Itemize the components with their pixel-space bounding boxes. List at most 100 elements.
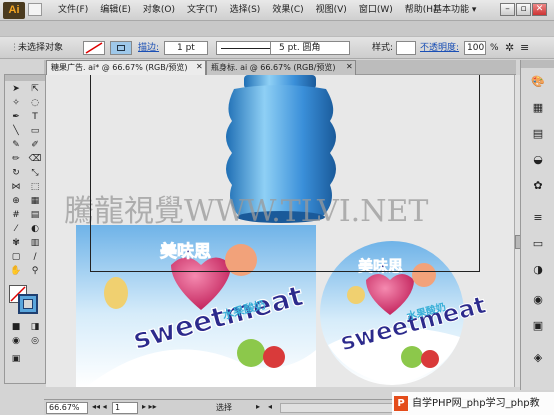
close-icon[interactable]: ✕ [346, 62, 353, 71]
style-swatch[interactable] [396, 41, 416, 55]
status-arrow-icon[interactable]: ▸ [256, 402, 260, 411]
graph-icon[interactable]: ▥ [26, 237, 44, 250]
menu-edit[interactable]: 编辑(E) [94, 0, 137, 21]
brush-definition[interactable]: 5 pt. 圆角 [270, 41, 350, 55]
hand-icon[interactable]: ✋ [7, 265, 25, 278]
bridge-icon[interactable] [28, 3, 42, 16]
horizontal-scrollbar[interactable] [280, 403, 410, 413]
chevron-down-icon: ▾ [471, 5, 477, 15]
color-mode-icon[interactable]: ■ [7, 321, 25, 334]
tab-label: 瓶身标. ai @ 66.67% (RGB/预览) [211, 63, 336, 72]
fill-swatch[interactable] [83, 41, 105, 55]
free-transform-icon[interactable]: ⬚ [26, 181, 44, 194]
right-panel-dock: 🎨 ▦ ▤ ◒ ✿ ≡ ▭ ◑ ◉ ▣ ◈ [520, 60, 554, 390]
eyedropper-icon[interactable]: ⁄ [7, 223, 25, 236]
status-mode: 选择 [216, 403, 232, 412]
menu-type[interactable]: 文字(T) [181, 0, 224, 21]
lasso-icon[interactable]: ◌ [26, 97, 44, 110]
layers-icon[interactable]: ◈ [528, 350, 548, 366]
perspective-icon[interactable]: ▦ [26, 195, 44, 208]
tab-bottle-label[interactable]: 瓶身标. ai @ 66.67% (RGB/预览) [206, 60, 356, 75]
menu-effect[interactable]: 效果(C) [266, 0, 309, 21]
gradient-mode-icon[interactable]: ◨ [26, 321, 44, 334]
stroke-link[interactable]: 描边: [138, 41, 159, 55]
blend-icon[interactable]: ◐ [26, 223, 44, 236]
next-artboard-icon[interactable]: ▸ ▸▸ [142, 402, 157, 411]
menu-list: 文件(F) 编辑(E) 对象(O) 文字(T) 选择(S) 效果(C) 视图(V… [52, 0, 443, 21]
rectangle-icon[interactable]: ▭ [26, 125, 44, 138]
direct-selection-icon[interactable]: ⇱ [26, 83, 44, 96]
pen-icon[interactable]: ✒ [7, 111, 25, 124]
overlay-text: 自学PHP网_php学习_php教 [412, 398, 540, 409]
stroke-weight-value: 1 pt [177, 43, 195, 53]
draw-normal-icon[interactable]: ◉ [7, 335, 25, 348]
close-button[interactable]: ✕ [532, 3, 547, 16]
brush-label: 5 pt. 圆角 [279, 43, 321, 53]
paintbrush-icon[interactable]: ✎ [7, 139, 25, 152]
eraser-icon[interactable]: ⌫ [26, 153, 44, 166]
opacity-input[interactable]: 100 [464, 41, 486, 55]
stroke-weight-input[interactable]: 1 pt [164, 41, 208, 55]
color-panel-icon[interactable]: 🎨 [528, 74, 548, 90]
gradient-icon[interactable]: ▤ [26, 209, 44, 222]
control-bar: ⋮ 未选择对象 描边: 1 pt 等比 5 pt. 圆角 样式: 不透明度: 1… [0, 36, 554, 59]
opacity-link[interactable]: 不透明度: [420, 41, 459, 55]
transparency-icon[interactable]: ◑ [528, 262, 548, 278]
workspace-label: 基本功能 [433, 5, 470, 15]
menu-view[interactable]: 视图(V) [310, 0, 353, 21]
tab-label: 糖果广告. ai* @ 66.67% (RGB/预览) [51, 63, 188, 72]
close-icon[interactable]: ✕ [196, 62, 203, 71]
tab-candy-ad[interactable]: 糖果广告. ai* @ 66.67% (RGB/预览) [46, 60, 206, 75]
stroke-swatch[interactable] [110, 41, 132, 55]
stroke-color-swatch[interactable] [18, 294, 38, 314]
panel-menu-icon[interactable]: ≡ [520, 41, 529, 55]
shape-builder-icon[interactable]: ⊕ [7, 195, 25, 208]
zoom-input[interactable]: 66.67% [46, 402, 88, 414]
menu-bar: Ai 文件(F) 编辑(E) 对象(O) 文字(T) 选择(S) 效果(C) 视… [0, 0, 554, 21]
panel-header [5, 75, 45, 81]
graphic-styles-icon[interactable]: ▣ [528, 318, 548, 334]
artboard-number-input[interactable]: 1 [112, 402, 138, 414]
recolor-icon[interactable]: ✲ [505, 41, 514, 55]
menu-select[interactable]: 选择(S) [224, 0, 267, 21]
canvas-area[interactable]: 騰龍視覺WWW.TLVI.NET 美味思 sweetmeat 水果酸奶 美味思 … [46, 75, 516, 387]
appearance-icon[interactable]: ◉ [528, 292, 548, 308]
swatches-icon[interactable]: ▤ [528, 126, 548, 142]
app-logo: Ai [3, 2, 25, 19]
zoom-icon[interactable]: ⚲ [26, 265, 44, 278]
prev-artboard-icon[interactable]: ◂◂ ◂ [92, 402, 107, 411]
symbol-sprayer-icon[interactable]: ✾ [7, 237, 25, 250]
artboard-outline [90, 75, 480, 272]
no-fill-icon [85, 42, 103, 54]
type-icon[interactable]: T [26, 111, 44, 124]
menu-file[interactable]: 文件(F) [52, 0, 94, 21]
menu-window[interactable]: 窗口(W) [353, 0, 399, 21]
width-icon[interactable]: ⋈ [7, 181, 25, 194]
workspace-switcher[interactable]: 基本功能 ▾ [433, 4, 476, 17]
selection-tool-icon[interactable]: ➤ [7, 83, 25, 96]
rotate-icon[interactable]: ↻ [7, 167, 25, 180]
mesh-icon[interactable]: # [7, 209, 25, 222]
stroke-panel-icon[interactable]: ≡ [528, 210, 548, 226]
color-guide-icon[interactable]: ▦ [528, 100, 548, 116]
style-label: 样式: [372, 43, 394, 53]
screen-mode-icon[interactable]: ▣ [7, 353, 25, 366]
maximize-button[interactable]: ▫ [516, 3, 531, 16]
draw-behind-icon[interactable]: ◎ [26, 335, 44, 348]
site-watermark-badge: P 自学PHP网_php学习_php教 [392, 392, 554, 415]
magic-wand-icon[interactable]: ✧ [7, 97, 25, 110]
hscroll-left-icon[interactable]: ◂ [268, 402, 272, 411]
panel-gap [0, 21, 554, 36]
pencil-icon[interactable]: ✐ [26, 139, 44, 152]
slice-icon[interactable]: ∕ [26, 251, 44, 264]
symbols-icon[interactable]: ✿ [528, 178, 548, 194]
line-icon[interactable]: ╲ [7, 125, 25, 138]
scale-icon[interactable]: ⤡ [26, 167, 44, 180]
minimize-button[interactable]: – [500, 3, 515, 16]
brushes-icon[interactable]: ◒ [528, 152, 548, 168]
menu-object[interactable]: 对象(O) [137, 0, 181, 21]
blob-brush-icon[interactable]: ✏ [7, 153, 25, 166]
artboard-icon[interactable]: ▢ [7, 251, 25, 264]
gradient-panel-icon[interactable]: ▭ [528, 236, 548, 252]
document-tab-bar: 糖果广告. ai* @ 66.67% (RGB/预览) ✕ 瓶身标. ai @ … [44, 60, 516, 75]
